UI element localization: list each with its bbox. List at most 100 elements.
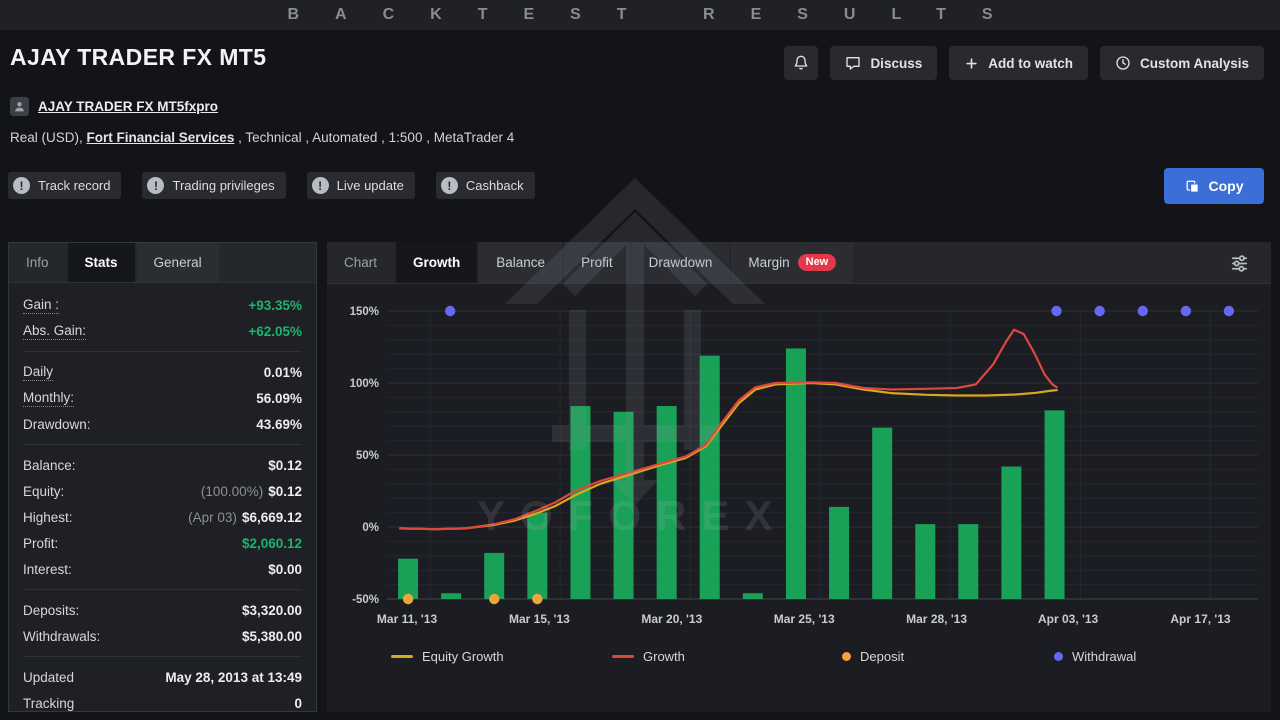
legend-item-equity-growth[interactable]: Equity Growth bbox=[391, 646, 504, 666]
legend-label: Withdrawal bbox=[1072, 649, 1136, 664]
legend-label: Growth bbox=[643, 649, 685, 664]
stat-value: 0 bbox=[294, 696, 302, 711]
withdrawal-marker bbox=[1051, 306, 1061, 316]
exclamation-icon: ! bbox=[147, 177, 164, 194]
discuss-button[interactable]: Discuss bbox=[830, 46, 937, 80]
stat-value: 0.01% bbox=[264, 365, 302, 380]
stat-value: 56.09% bbox=[256, 391, 302, 406]
badge-label: Track record bbox=[38, 178, 110, 193]
x-axis-label: Mar 20, '13 bbox=[641, 612, 702, 626]
stat-label[interactable]: Monthly: bbox=[23, 390, 74, 407]
growth-bar bbox=[829, 507, 849, 599]
chart-tab-growth[interactable]: Growth bbox=[396, 242, 477, 283]
broker-link[interactable]: Fort Financial Services bbox=[87, 130, 235, 145]
x-axis-label: Apr 03, '13 bbox=[1038, 612, 1099, 626]
exclamation-icon: ! bbox=[312, 177, 329, 194]
stat-row-highest: Highest:(Apr 03)$6,669.12 bbox=[23, 504, 302, 530]
user-avatar-icon bbox=[10, 97, 29, 116]
copy-icon bbox=[1185, 179, 1200, 194]
stat-row-updated: Updated May 28, 2013 at 13:49 bbox=[23, 664, 302, 690]
x-axis-label: Mar 15, '13 bbox=[509, 612, 570, 626]
growth-chart[interactable]: 150%100%50%0%-50%Mar 11, '13Mar 15, '13M… bbox=[339, 292, 1258, 637]
add-to-watch-button[interactable]: Add to watch bbox=[949, 46, 1088, 80]
growth-bar bbox=[570, 406, 590, 599]
badge-live-update[interactable]: ! Live update bbox=[307, 172, 415, 199]
legend-swatch bbox=[612, 655, 634, 658]
legend-item-growth[interactable]: Growth bbox=[612, 646, 685, 666]
y-axis-label: 150% bbox=[350, 306, 379, 318]
stat-label: Highest: bbox=[23, 510, 73, 525]
stat-label: Drawdown: bbox=[23, 417, 91, 432]
badge-trading-privileges[interactable]: !Trading privileges bbox=[142, 172, 285, 199]
legend-item-withdrawal[interactable]: Withdrawal bbox=[1054, 646, 1136, 666]
exclamation-icon: ! bbox=[441, 177, 458, 194]
badge-track-record[interactable]: ! Track record bbox=[8, 172, 121, 199]
clock-icon bbox=[1115, 55, 1131, 71]
deposit-marker bbox=[532, 594, 542, 604]
stat-label[interactable]: Gain : bbox=[23, 297, 59, 314]
growth-line bbox=[400, 330, 1057, 530]
chart-tab-margin[interactable]: MarginNew bbox=[731, 242, 853, 283]
info-tab-stats[interactable]: Stats bbox=[68, 243, 135, 282]
stat-label[interactable]: Abs. Gain: bbox=[23, 323, 86, 340]
stat-row-gain: Gain : +93.35% bbox=[23, 292, 302, 318]
stat-label: Tracking bbox=[23, 696, 74, 711]
discuss-label: Discuss bbox=[870, 56, 922, 71]
badge-label: Cashback bbox=[466, 178, 524, 193]
chart-tab-balance[interactable]: Balance bbox=[479, 242, 562, 283]
stat-label: Profit: bbox=[23, 536, 58, 551]
info-tab-general[interactable]: General bbox=[137, 243, 219, 282]
custom-analysis-label: Custom Analysis bbox=[1140, 56, 1249, 71]
chart-settings-icon[interactable] bbox=[1226, 250, 1253, 277]
copy-button[interactable]: Copy bbox=[1164, 168, 1264, 204]
stat-row-profit: Profit: $2,060.12 bbox=[23, 530, 302, 556]
stat-label[interactable]: Daily bbox=[23, 364, 53, 381]
chart-panel-tabs: Chart Growth Balance ProfitDrawdownMarginNe… bbox=[327, 242, 1271, 284]
notifications-button[interactable] bbox=[784, 46, 818, 80]
x-axis-label: Mar 11, '13 bbox=[377, 612, 438, 626]
tab-label: Margin bbox=[748, 255, 789, 270]
y-axis-label: -50% bbox=[352, 594, 379, 606]
stat-value: $0.00 bbox=[268, 562, 302, 577]
stats-list: Gain :+93.35%Abs. Gain:+62.05%Daily0.01%… bbox=[9, 283, 316, 720]
backtest-results-banner: BACKTEST RESULTS bbox=[0, 0, 1280, 30]
tab-label: Balance bbox=[496, 255, 545, 270]
page: BACKTEST RESULTS AJAY TRADER FX MT5 Disc… bbox=[0, 0, 1280, 720]
badge-label: Live update bbox=[337, 178, 404, 193]
tab-label: General bbox=[154, 255, 202, 270]
growth-bar bbox=[484, 553, 504, 599]
growth-bar bbox=[614, 412, 634, 599]
stat-label: Updated bbox=[23, 670, 74, 685]
stat-group: Daily0.01%Monthly:56.09%Drawdown:43.69% bbox=[23, 352, 302, 445]
tab-label: Growth bbox=[413, 255, 460, 270]
stat-value: $2,060.12 bbox=[242, 536, 302, 551]
growth-bar bbox=[527, 513, 547, 599]
chart-tab-chart[interactable]: Chart bbox=[327, 242, 394, 283]
chart-tab-profit[interactable]: Profit bbox=[564, 242, 630, 283]
custom-analysis-button[interactable]: Custom Analysis bbox=[1100, 46, 1264, 80]
stat-row-deposits: Deposits:$3,320.00 bbox=[23, 597, 302, 623]
username-link[interactable]: AJAY TRADER FX MT5fxpro bbox=[38, 99, 218, 114]
stat-value: $3,320.00 bbox=[242, 603, 302, 618]
header-actions: Discuss Add to watch Custom Analysis bbox=[784, 46, 1264, 80]
badge-cashback[interactable]: ! Cashback bbox=[436, 172, 535, 199]
legend-item-deposit[interactable]: Deposit bbox=[842, 646, 904, 666]
stat-label: Withdrawals: bbox=[23, 629, 100, 644]
stat-value: +93.35% bbox=[248, 298, 302, 313]
legend-label: Equity Growth bbox=[422, 649, 504, 664]
stat-label: Interest: bbox=[23, 562, 72, 577]
info-panel-tabs: InfoStats General bbox=[9, 243, 316, 283]
withdrawal-marker bbox=[1094, 306, 1104, 316]
info-tab-info[interactable]: Info bbox=[9, 243, 66, 282]
account-type-text: Real (USD), bbox=[10, 130, 87, 145]
growth-bar bbox=[743, 593, 763, 599]
info-panel: InfoStats General Gain : +93.35% Abs. Gain:… bbox=[8, 242, 317, 712]
account-row: AJAY TRADER FX MT5fxpro bbox=[10, 97, 218, 116]
chart-tab-drawdown[interactable]: Drawdown bbox=[632, 242, 730, 283]
x-axis-label: Mar 25, '13 bbox=[774, 612, 835, 626]
stat-row-tracking: Tracking 0 bbox=[23, 690, 302, 716]
stat-row-interest: Interest: $0.00 bbox=[23, 556, 302, 582]
exclamation-icon: ! bbox=[13, 177, 30, 194]
stat-value: May 28, 2013 at 13:49 bbox=[165, 670, 302, 685]
y-axis-label: 100% bbox=[350, 378, 379, 390]
